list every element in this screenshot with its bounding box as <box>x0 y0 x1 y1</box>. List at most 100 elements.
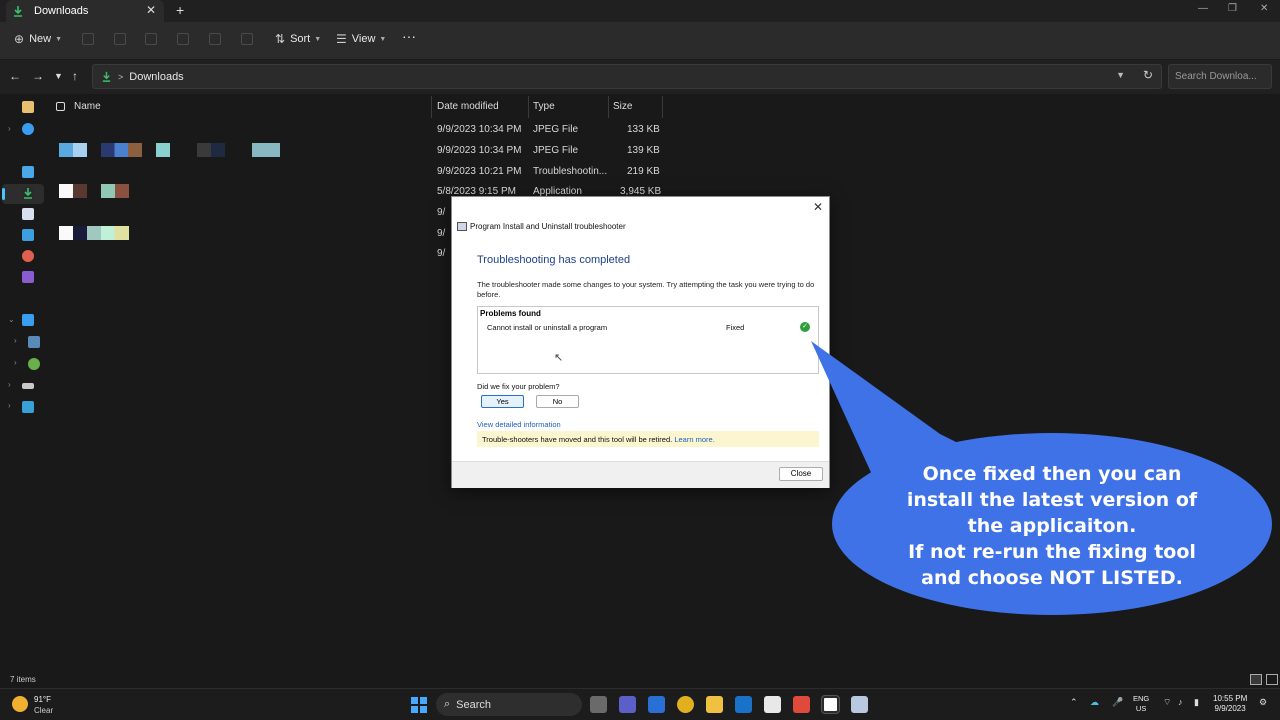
problem-name: Cannot install or uninstall a program <box>487 323 608 332</box>
tiles-view-icon[interactable] <box>1266 674 1278 685</box>
chevron-down-icon: ▼ <box>55 35 63 43</box>
sidebar-item-downloads[interactable] <box>22 187 34 199</box>
download-icon <box>14 6 22 17</box>
troubleshooter-task-icon[interactable] <box>821 695 840 714</box>
app-icon[interactable] <box>793 696 810 713</box>
up-icon[interactable]: ↑ <box>72 69 78 83</box>
window-close-button[interactable]: ✕ <box>1260 3 1268 14</box>
weather-moon-icon[interactable] <box>12 696 28 712</box>
network-icon[interactable] <box>22 401 34 413</box>
cut-icon[interactable] <box>82 33 94 45</box>
expand-chevron-icon[interactable]: › <box>8 124 11 133</box>
view-button[interactable]: ☰ View ▼ <box>336 32 386 46</box>
copy-icon[interactable] <box>114 33 126 45</box>
cell-type: JPEG File <box>533 124 579 135</box>
videos-icon[interactable] <box>22 271 34 283</box>
forward-icon[interactable]: → <box>32 69 44 83</box>
column-divider[interactable] <box>431 96 432 118</box>
search-input[interactable]: Search Downloa... <box>1168 64 1272 89</box>
dialog-close-icon[interactable]: ✕ <box>813 200 823 214</box>
cell-type: Troubleshootin... <box>533 166 608 177</box>
volume-icon[interactable]: ♪ <box>1178 697 1183 707</box>
notification-icon[interactable]: ⚙ <box>1259 697 1267 708</box>
taskbar-search-label: Search <box>456 698 492 711</box>
home-icon[interactable] <box>22 101 34 113</box>
new-button[interactable]: ⊕ New ▼ <box>14 32 62 46</box>
recent-chevron-icon[interactable]: ▼ <box>54 71 63 81</box>
taskbar-search[interactable]: ⌕ Search <box>436 693 582 716</box>
microphone-icon[interactable]: 🎤 <box>1112 697 1123 708</box>
view-icon: ☰ <box>336 32 347 46</box>
expand-chevron-icon[interactable]: ⌄ <box>8 315 15 324</box>
problem-status: Fixed <box>726 323 745 332</box>
drive-icon[interactable] <box>28 336 40 348</box>
region-label: US <box>1135 704 1147 713</box>
minimize-button[interactable]: — <box>1198 3 1208 14</box>
share-icon[interactable] <box>209 33 221 45</box>
column-divider[interactable] <box>662 96 663 118</box>
language-label: ENG <box>1133 694 1150 703</box>
paste-icon[interactable] <box>145 33 157 45</box>
this-pc-icon[interactable] <box>22 314 34 326</box>
notice-text: Trouble-shooters have moved and this too… <box>482 435 673 444</box>
show-hidden-icons[interactable]: ⌃ <box>1070 697 1078 708</box>
expand-chevron-icon[interactable]: › <box>14 358 17 367</box>
view-details-link[interactable]: View detailed information <box>477 420 561 429</box>
details-view-icon[interactable] <box>1250 674 1262 685</box>
drive-icon[interactable] <box>22 383 34 389</box>
onedrive-icon[interactable] <box>22 123 34 135</box>
search-icon: ⌕ <box>444 698 451 710</box>
select-all-checkbox[interactable] <box>56 102 65 111</box>
delete-icon[interactable] <box>241 33 253 45</box>
desktop-icon[interactable] <box>22 166 34 178</box>
sort-button[interactable]: ⇅ Sort ▼ <box>275 32 321 46</box>
wifi-icon[interactable]: ⌔ <box>1163 697 1171 708</box>
learn-more-link[interactable]: Learn more. <box>674 435 714 444</box>
file-explorer-icon[interactable] <box>706 696 723 713</box>
column-type[interactable]: Type <box>533 101 555 112</box>
problems-found-title: Problems found <box>480 309 541 318</box>
task-view-icon[interactable] <box>590 696 607 713</box>
new-label: New <box>29 33 52 45</box>
expand-chevron-icon[interactable]: › <box>8 380 11 389</box>
no-button[interactable]: No <box>536 395 579 408</box>
battery-icon[interactable]: ▮ <box>1194 697 1199 708</box>
back-icon[interactable]: ← <box>9 69 21 83</box>
language-indicator[interactable]: ENG US <box>1133 694 1149 714</box>
refresh-icon[interactable]: ↻ <box>1143 68 1153 82</box>
pictures-icon[interactable] <box>22 229 34 241</box>
address-bar[interactable]: > Downloads ▼ ↻ <box>92 64 1162 89</box>
clock[interactable]: 10:55 PM 9/9/2023 <box>1213 694 1247 714</box>
callout-line: Once fixed then you can <box>922 463 1182 485</box>
store-icon[interactable] <box>648 696 665 713</box>
column-name[interactable]: Name <box>74 101 101 112</box>
documents-icon[interactable] <box>22 208 34 220</box>
drive-icon[interactable] <box>28 358 40 370</box>
breadcrumb-downloads[interactable]: Downloads <box>129 71 183 83</box>
column-divider[interactable] <box>608 96 609 118</box>
expand-chevron-icon[interactable]: › <box>8 401 11 410</box>
tab-close-icon[interactable]: ✕ <box>146 3 156 17</box>
column-date-modified[interactable]: Date modified <box>437 101 499 112</box>
outlook-icon[interactable] <box>735 696 752 713</box>
chrome-icon[interactable] <box>677 696 694 713</box>
column-size[interactable]: Size <box>613 101 632 112</box>
onedrive-tray-icon[interactable]: ☁ <box>1090 697 1099 708</box>
more-options-button[interactable]: ··· <box>402 28 416 44</box>
feedback-question: Did we fix your problem? <box>477 382 560 391</box>
maximize-button[interactable]: ❐ <box>1228 3 1237 14</box>
rename-icon[interactable] <box>177 33 189 45</box>
teams-icon[interactable] <box>619 696 636 713</box>
expand-chevron-icon[interactable]: › <box>14 336 17 345</box>
start-icon[interactable] <box>411 697 427 713</box>
title-bar: Downloads ✕ + — ❐ ✕ <box>0 0 1280 22</box>
installer-icon[interactable] <box>851 696 868 713</box>
notepad-icon[interactable] <box>764 696 781 713</box>
yes-button[interactable]: Yes <box>481 395 524 408</box>
cell-date: 9/ <box>437 248 446 259</box>
column-divider[interactable] <box>528 96 529 118</box>
tab-downloads[interactable]: Downloads ✕ <box>6 0 164 22</box>
address-chevron-icon[interactable]: ▼ <box>1116 70 1125 80</box>
new-tab-button[interactable]: + <box>176 2 184 18</box>
music-icon[interactable] <box>22 250 34 262</box>
